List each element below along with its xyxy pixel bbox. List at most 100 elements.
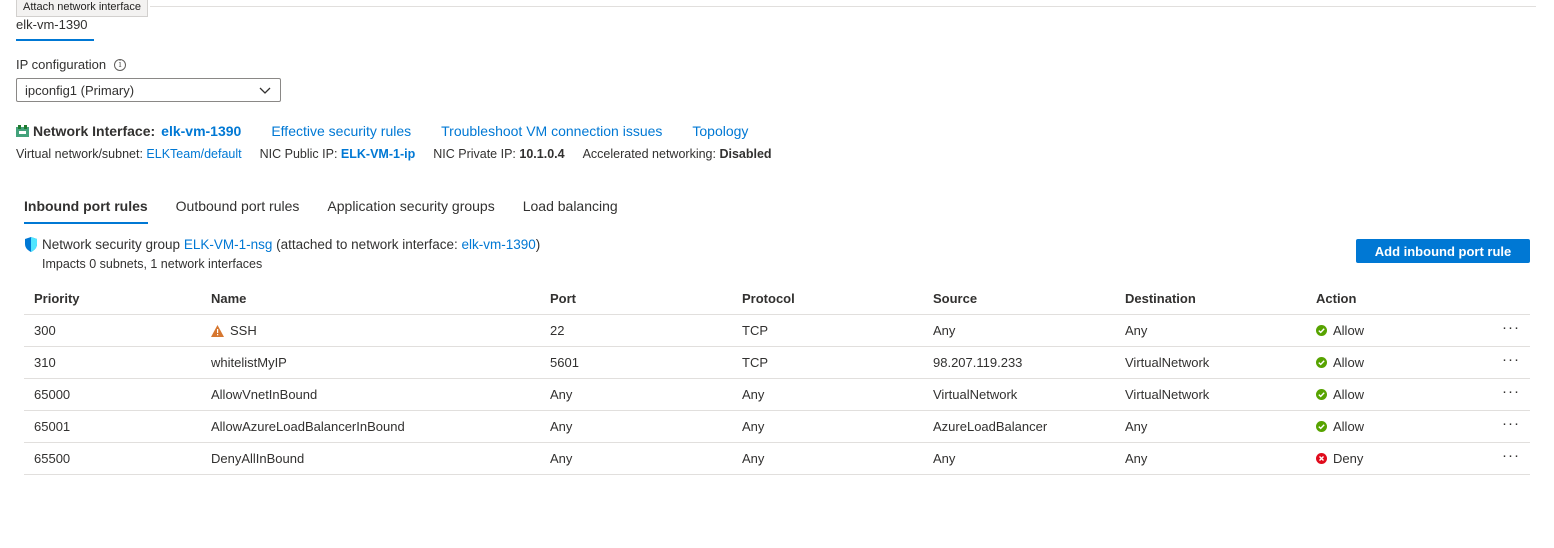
accelerated-networking-value: Disabled — [719, 147, 772, 161]
cell-destination: VirtualNetwork — [1125, 355, 1210, 370]
cell-action: Allow — [1316, 387, 1364, 402]
effective-security-rules-link[interactable]: Effective security rules — [271, 123, 411, 139]
header-destination[interactable]: Destination — [1125, 291, 1196, 306]
nic-tab-underline — [16, 39, 94, 41]
cell-port: 22 — [550, 323, 565, 338]
cell-name-text: SSH — [230, 323, 257, 338]
nic-meta-row: Virtual network/subnet: ELKTeam/default … — [16, 147, 790, 161]
cell-action: Deny — [1316, 451, 1363, 466]
nsg-info: Network security group ELK-VM-1-nsg (att… — [24, 237, 540, 252]
cell-name: whitelistMyIP — [211, 355, 287, 370]
private-ip-value: 10.1.0.4 — [519, 147, 565, 161]
table-row[interactable]: 65500 DenyAllInBound Any Any Any Any Deny ··· — [24, 443, 1530, 475]
cell-destination: VirtualNetwork — [1125, 387, 1210, 402]
header-action[interactable]: Action — [1316, 291, 1356, 306]
table-row[interactable]: 300 SSH 22 TCP Any Any Allow ··· — [24, 315, 1530, 347]
tab-load-balancing[interactable]: Load balancing — [523, 198, 618, 224]
accelerated-networking-label: Accelerated networking: — [582, 147, 716, 161]
info-icon[interactable]: i — [114, 58, 127, 71]
more-options-icon[interactable]: ··· — [1502, 351, 1520, 368]
allow-check-icon — [1316, 421, 1327, 432]
network-interface-link[interactable]: elk-vm-1390 — [161, 123, 241, 139]
inbound-rules-table: Priority Name Port Protocol Source Desti… — [24, 283, 1530, 475]
cell-port: Any — [550, 419, 573, 434]
cell-port: 5601 — [550, 355, 579, 370]
cell-action: Allow — [1316, 419, 1364, 434]
cell-name: AllowVnetInBound — [211, 387, 317, 402]
cell-priority: 300 — [34, 323, 56, 338]
cell-protocol: Any — [742, 387, 765, 402]
nsg-attached-nic-link[interactable]: elk-vm-1390 — [462, 237, 536, 252]
tab-application-security-groups[interactable]: Application security groups — [327, 198, 494, 224]
cell-port: Any — [550, 451, 573, 466]
header-port[interactable]: Port — [550, 291, 576, 306]
private-ip-info: NIC Private IP: 10.1.0.4 — [433, 147, 564, 161]
nic-tab[interactable]: elk-vm-1390 — [16, 17, 88, 32]
tab-inbound-port-rules[interactable]: Inbound port rules — [24, 198, 148, 224]
allow-check-icon — [1316, 325, 1327, 336]
nsg-prefix: Network security group — [42, 237, 181, 252]
public-ip-label: NIC Public IP: — [259, 147, 338, 161]
cell-action-text: Allow — [1333, 387, 1365, 402]
tab-outbound-port-rules[interactable]: Outbound port rules — [176, 198, 300, 224]
cell-name-text: whitelistMyIP — [211, 355, 287, 370]
nsg-attached-suffix: ) — [535, 237, 541, 252]
shield-icon — [25, 237, 37, 252]
network-interface-icon — [16, 125, 29, 137]
header-divider — [150, 6, 1536, 7]
cell-priority: 65001 — [34, 419, 71, 434]
ip-configuration-value: ipconfig1 (Primary) — [25, 82, 135, 98]
ip-configuration-dropdown[interactable]: ipconfig1 (Primary) — [16, 78, 281, 102]
vnet-label: Virtual network/subnet: — [16, 147, 143, 161]
cell-action: Allow — [1316, 323, 1364, 338]
cell-action-text: Allow — [1333, 419, 1365, 434]
warning-icon — [211, 324, 224, 337]
cell-name-text: AllowAzureLoadBalancerInBound — [211, 419, 405, 434]
nsg-impacts: Impacts 0 subnets, 1 network interfaces — [42, 257, 263, 271]
cell-name: AllowAzureLoadBalancerInBound — [211, 419, 405, 434]
more-options-icon[interactable]: ··· — [1502, 415, 1520, 432]
cell-source: Any — [933, 323, 956, 338]
network-interface-label: Network Interface: — [33, 123, 156, 139]
cell-priority: 65000 — [34, 387, 71, 402]
public-ip-link[interactable]: ELK-VM-1-ip — [341, 147, 415, 161]
cell-destination: Any — [1125, 419, 1148, 434]
public-ip-info: NIC Public IP: ELK-VM-1-ip — [260, 147, 416, 161]
table-row[interactable]: 310 whitelistMyIP 5601 TCP 98.207.119.233 Vir… — [24, 347, 1530, 379]
table-row[interactable]: 65001 AllowAzureLoadBalancerInBound Any Any… — [24, 411, 1530, 443]
header-priority[interactable]: Priority — [34, 291, 80, 306]
nsg-link[interactable]: ELK-VM-1-nsg — [184, 237, 273, 252]
tooltip: Attach network interface — [16, 0, 149, 17]
ip-configuration-label: IP configuration i — [16, 57, 127, 72]
vnet-info: Virtual network/subnet: ELKTeam/default — [16, 147, 242, 161]
cell-action: Allow — [1316, 355, 1364, 370]
add-inbound-port-rule-button[interactable]: Add inbound port rule — [1356, 239, 1530, 263]
table-row[interactable]: 65000 AllowVnetInBound Any Any VirtualNetwor… — [24, 379, 1530, 411]
topology-link[interactable]: Topology — [692, 123, 748, 139]
network-interface-row: Network Interface: elk-vm-1390 Effective… — [16, 123, 748, 139]
cell-protocol: Any — [742, 419, 765, 434]
cell-name-text: AllowVnetInBound — [211, 387, 318, 402]
cell-name: SSH — [211, 323, 257, 338]
more-options-icon[interactable]: ··· — [1502, 319, 1520, 336]
cell-destination: Any — [1125, 451, 1148, 466]
vnet-link[interactable]: ELKTeam/default — [146, 147, 241, 161]
cell-protocol: TCP — [742, 355, 768, 370]
cell-destination: Any — [1125, 323, 1148, 338]
cell-source: VirtualNetwork — [933, 387, 1018, 402]
more-options-icon[interactable]: ··· — [1502, 383, 1520, 400]
troubleshoot-link[interactable]: Troubleshoot VM connection issues — [441, 123, 662, 139]
table-header: Priority Name Port Protocol Source Desti… — [24, 283, 1530, 315]
header-source[interactable]: Source — [933, 291, 977, 306]
cell-source: 98.207.119.233 — [933, 355, 1023, 370]
cell-action-text: Allow — [1333, 323, 1365, 338]
rules-tabs: Inbound port rules Outbound port rules A… — [24, 198, 646, 224]
allow-check-icon — [1316, 389, 1327, 400]
header-name[interactable]: Name — [211, 291, 246, 306]
header-protocol[interactable]: Protocol — [742, 291, 795, 306]
cell-source: Any — [933, 451, 956, 466]
deny-x-icon — [1316, 453, 1327, 464]
cell-name: DenyAllInBound — [211, 451, 304, 466]
cell-priority: 310 — [34, 355, 56, 370]
more-options-icon[interactable]: ··· — [1502, 447, 1520, 464]
